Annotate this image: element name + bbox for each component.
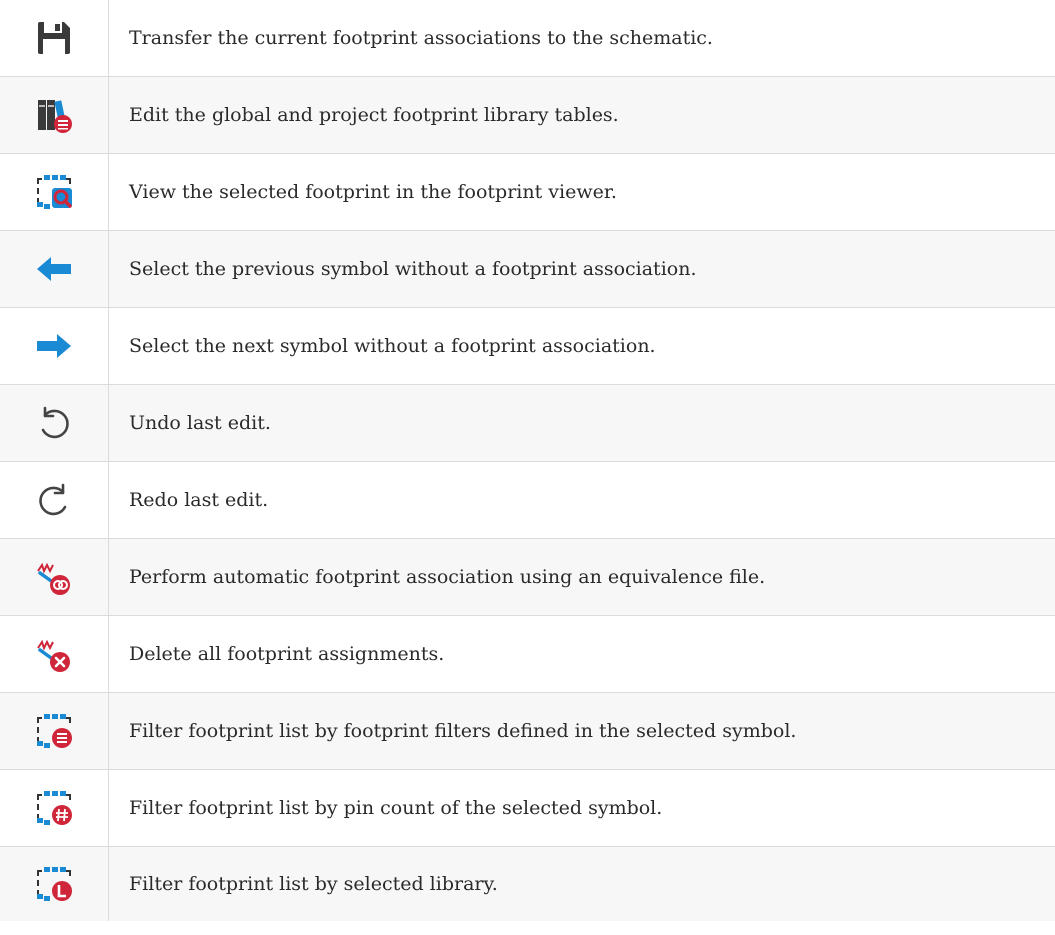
auto-associate-icon bbox=[34, 557, 74, 597]
icon-cell bbox=[0, 384, 109, 462]
table-row: Filter footprint list by footprint filte… bbox=[0, 692, 1055, 770]
filter-by-library-icon bbox=[34, 864, 74, 904]
table-row: Select the previous symbol without a foo… bbox=[0, 230, 1055, 308]
icon-cell bbox=[0, 153, 109, 231]
table-row: Redo last edit. bbox=[0, 461, 1055, 539]
icon-cell bbox=[0, 769, 109, 847]
description-cell: Filter footprint list by selected librar… bbox=[108, 846, 1055, 921]
icon-cell bbox=[0, 846, 109, 921]
filter-by-symbol-icon bbox=[34, 711, 74, 751]
table-row: Perform automatic footprint association … bbox=[0, 538, 1055, 616]
table-row: Filter footprint list by selected librar… bbox=[0, 846, 1055, 921]
icon-cell bbox=[0, 230, 109, 308]
icon-cell bbox=[0, 307, 109, 385]
description-cell: Select the next symbol without a footpri… bbox=[108, 307, 1055, 385]
icon-cell bbox=[0, 461, 109, 539]
icon-cell bbox=[0, 0, 109, 77]
description-cell: Delete all footprint assignments. bbox=[108, 615, 1055, 693]
arrow-left-icon bbox=[34, 249, 74, 289]
toolbar-reference-table: Transfer the current footprint associati… bbox=[0, 0, 1055, 921]
icon-cell bbox=[0, 76, 109, 154]
description-cell: Filter footprint list by pin count of th… bbox=[108, 769, 1055, 847]
description-cell: View the selected footprint in the footp… bbox=[108, 153, 1055, 231]
description-cell: Edit the global and project footprint li… bbox=[108, 76, 1055, 154]
delete-association-icon bbox=[34, 634, 74, 674]
table-row: Undo last edit. bbox=[0, 384, 1055, 462]
icon-cell bbox=[0, 692, 109, 770]
footprint-viewer-icon bbox=[34, 172, 74, 212]
library-table-icon bbox=[34, 95, 74, 135]
table-row: Select the next symbol without a footpri… bbox=[0, 307, 1055, 385]
undo-icon bbox=[34, 403, 74, 443]
description-cell: Select the previous symbol without a foo… bbox=[108, 230, 1055, 308]
description-cell: Transfer the current footprint associati… bbox=[108, 0, 1055, 77]
table-row: Delete all footprint assignments. bbox=[0, 615, 1055, 693]
icon-cell bbox=[0, 615, 109, 693]
table-row: Transfer the current footprint associati… bbox=[0, 0, 1055, 77]
description-cell: Redo last edit. bbox=[108, 461, 1055, 539]
description-cell: Filter footprint list by footprint filte… bbox=[108, 692, 1055, 770]
table-row: Filter footprint list by pin count of th… bbox=[0, 769, 1055, 847]
description-cell: Undo last edit. bbox=[108, 384, 1055, 462]
save-icon bbox=[34, 18, 74, 58]
icon-cell bbox=[0, 538, 109, 616]
description-cell: Perform automatic footprint association … bbox=[108, 538, 1055, 616]
table-row: View the selected footprint in the footp… bbox=[0, 153, 1055, 231]
redo-icon bbox=[34, 480, 74, 520]
table-row: Edit the global and project footprint li… bbox=[0, 76, 1055, 154]
filter-by-pin-count-icon bbox=[34, 788, 74, 828]
arrow-right-icon bbox=[34, 326, 74, 366]
